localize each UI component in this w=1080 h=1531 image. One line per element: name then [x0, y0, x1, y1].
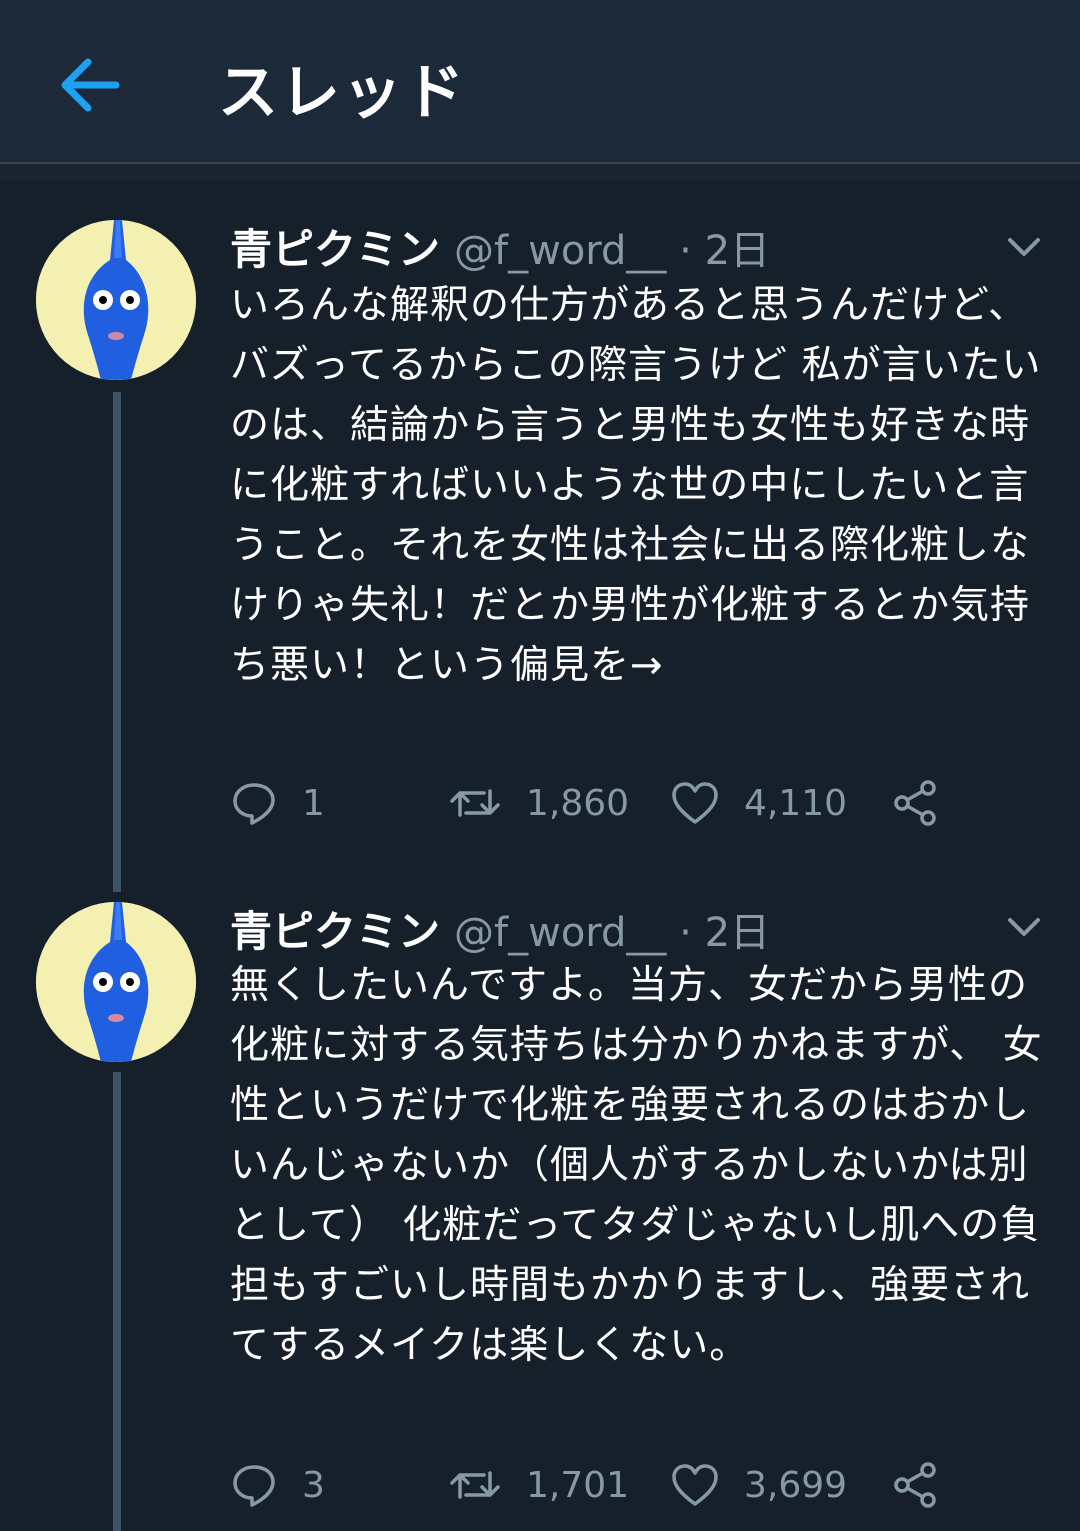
- retweet-button[interactable]: 1,860: [448, 778, 629, 828]
- reply-button[interactable]: 1: [230, 778, 325, 828]
- page-title: スレッド: [218, 58, 466, 128]
- arrow-left-icon: [61, 58, 120, 112]
- avatar[interactable]: [36, 902, 196, 1062]
- tweet-text: いろんな解釈の仕方があると思うんだけど、バズってるからこの際言うけど 私が言いた…: [230, 283, 1042, 688]
- heart-icon: [672, 782, 718, 824]
- retweet-count: 1,701: [526, 1464, 630, 1506]
- heart-icon: [672, 1464, 718, 1506]
- chevron-down-icon: [1008, 238, 1040, 256]
- retweet-button[interactable]: 1,701: [448, 1460, 629, 1510]
- display-name[interactable]: 青ピクミン: [230, 907, 440, 956]
- reply-icon: [233, 783, 275, 825]
- display-name[interactable]: 青ピクミン: [230, 225, 440, 274]
- user-handle[interactable]: @f_word__: [454, 228, 666, 274]
- reply-button[interactable]: 3: [230, 1460, 325, 1510]
- retweet-icon: [450, 1471, 500, 1499]
- tweet-text: 無くしたいんですよ。当方、女だから男性の化粧に対する気持ちは分かりかねますが、 …: [230, 963, 1043, 1368]
- separator-dot: ·: [679, 910, 692, 956]
- like-count: 3,699: [744, 1464, 848, 1506]
- retweet-icon: [450, 789, 500, 817]
- tweet-menu-button[interactable]: [1004, 232, 1044, 262]
- tweet-header: 青ピクミン @f_word__ · 2日: [230, 216, 770, 274]
- tweet-actions: 1 1,860 4,110: [230, 778, 990, 828]
- like-count: 4,110: [744, 782, 848, 824]
- separator-dot: ·: [679, 228, 692, 274]
- user-handle[interactable]: @f_word__: [454, 910, 666, 956]
- like-button[interactable]: 4,110: [670, 778, 847, 828]
- timestamp[interactable]: 2日: [705, 228, 770, 274]
- tweet-header: 青ピクミン @f_word__ · 2日: [230, 898, 770, 956]
- timestamp[interactable]: 2日: [705, 910, 770, 956]
- share-button[interactable]: [890, 778, 940, 828]
- reply-icon: [233, 1465, 275, 1507]
- top-bar: スレッド: [0, 0, 1080, 164]
- back-button[interactable]: [58, 56, 122, 114]
- avatar[interactable]: [36, 220, 196, 380]
- reply-count: 3: [302, 1464, 325, 1506]
- blue-pikmin-avatar-icon: [36, 220, 196, 380]
- thread-connector-line: [113, 1072, 121, 1531]
- tweet-menu-button[interactable]: [1004, 912, 1044, 942]
- chevron-down-icon: [1008, 918, 1040, 936]
- header-divider: [0, 164, 1080, 180]
- like-button[interactable]: 3,699: [670, 1460, 847, 1510]
- share-icon: [894, 780, 936, 826]
- reply-count: 1: [302, 782, 325, 824]
- thread-connector-line: [113, 392, 121, 892]
- retweet-count: 1,860: [526, 782, 630, 824]
- share-icon: [894, 1462, 936, 1508]
- share-button[interactable]: [890, 1460, 940, 1510]
- blue-pikmin-avatar-icon: [36, 902, 196, 1062]
- tweet-actions: 3 1,701 3,699: [230, 1460, 990, 1510]
